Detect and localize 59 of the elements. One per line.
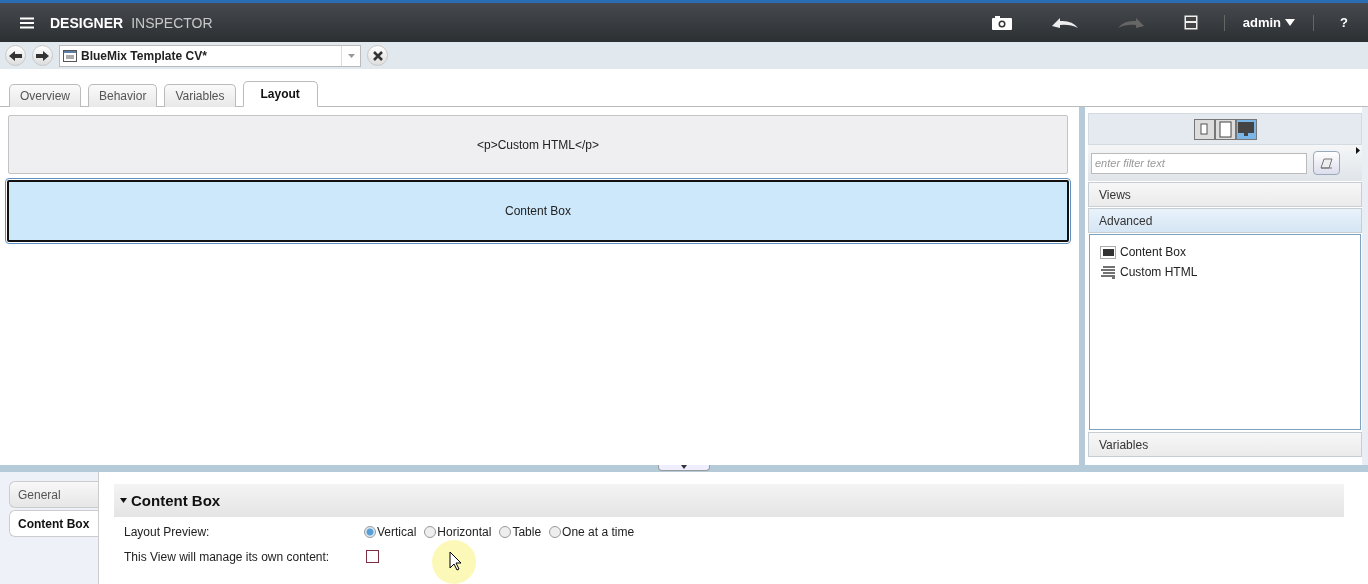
document-name: BlueMix Template CV* [81,48,208,63]
caret-icon [681,465,687,469]
document-select[interactable]: BlueMix Template CV* [59,44,361,67]
clear-filter-button[interactable] [1313,151,1340,175]
field-label: Layout Preview: [124,524,211,539]
side-tab[interactable]: General [9,481,98,508]
palette-section-header[interactable]: Variables [1088,432,1362,457]
splitter-handle[interactable] [658,465,710,471]
close-icon [372,50,383,61]
user-menu[interactable]: admin [1242,15,1296,30]
phone-icon [1200,123,1208,135]
palette-item[interactable]: Content Box [1120,245,1187,259]
expand-arrow-icon[interactable] [1356,147,1360,154]
right-arrow-icon [36,50,49,61]
app-title: DESIGNER [50,14,124,31]
save-icon[interactable] [1183,15,1198,30]
device-button[interactable] [1193,118,1215,140]
tab[interactable]: Behavior [88,84,158,107]
radio-button[interactable] [424,525,437,538]
caret-icon [1285,19,1296,26]
help-button[interactable]: ? [1334,15,1354,30]
radio-label: One at a time [562,524,635,539]
radio-button[interactable] [499,525,512,538]
radio-label: Vertical [377,524,417,539]
filter-field[interactable]: enter filter text [1091,152,1307,174]
tab[interactable]: Overview [9,84,81,107]
box-icon [1100,245,1116,259]
menu-icon[interactable] [20,16,34,29]
tab[interactable]: Layout [242,81,318,107]
palette-section-header[interactable]: Views [1088,182,1362,207]
forward-button[interactable] [32,45,53,66]
eraser-icon [1320,157,1333,169]
field-label: This View will manage its own content: [124,549,331,564]
left-arrow-icon [9,50,22,61]
checkbox[interactable] [366,550,379,563]
palette-item[interactable]: Custom HTML [1120,265,1198,279]
radio-button[interactable] [549,525,562,538]
caret-down-icon [120,497,127,504]
tablet-icon [1218,120,1232,138]
device-button[interactable] [1235,118,1257,140]
palette-section-header[interactable]: Advanced [1088,208,1362,233]
radio-label: Table [512,524,542,539]
radio-button[interactable] [364,525,376,538]
side-tab[interactable]: Content Box [9,510,99,537]
radio-label: Horizontal [437,524,492,539]
close-button[interactable] [367,45,388,66]
back-button[interactable] [5,45,26,66]
caret-icon [347,53,355,58]
camera-icon[interactable] [991,15,1012,30]
text-lines-icon [1100,265,1116,279]
section-header[interactable]: Content Box [114,484,1344,517]
document-icon [63,49,77,62]
layout-block[interactable]: Content Box [7,180,1069,242]
monitor-icon [1237,121,1255,137]
tab[interactable]: Variables [164,84,236,107]
device-button[interactable] [1214,118,1236,140]
app-subtitle: INSPECTOR [131,14,213,31]
layout-block[interactable]: <p>Custom HTML</p> [8,115,1068,174]
undo-icon[interactable] [1051,16,1078,29]
